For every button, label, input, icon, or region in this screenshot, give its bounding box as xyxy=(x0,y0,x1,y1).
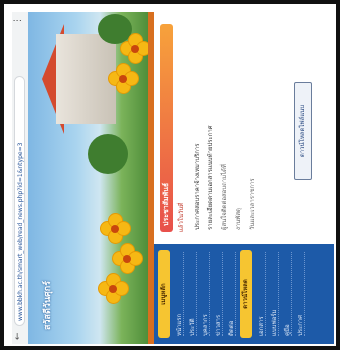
news-text-line: งานพัสดุ xyxy=(235,208,242,230)
menu-dots-icon[interactable]: ⋮ xyxy=(13,16,23,25)
news-content: ประชาสัมพันธ์ แล้วในวันที่ ประกาศสอบราคา… xyxy=(154,16,334,240)
building-image xyxy=(56,34,116,124)
sidebar-item[interactable]: แบบฟอร์ม xyxy=(269,252,279,336)
flower-decoration-icon xyxy=(98,273,129,304)
sidebar-item[interactable]: ประกาศ xyxy=(295,252,305,336)
flower-decoration-icon xyxy=(120,33,151,64)
news-text-line: รายละเอียดตามเอกสารแนบท้ายประกาศ xyxy=(207,125,214,230)
sidebar-item[interactable]: ประวัติ xyxy=(187,252,197,336)
news-text-line: ประกาศสอบราคาจ้างเหมาบริการ xyxy=(194,143,201,230)
sidebar-item[interactable]: ติดต่อ xyxy=(226,252,236,336)
address-bar[interactable]: www.bbkh.ac.th/smart_web/read_news.php?i… xyxy=(14,76,25,326)
news-title-bar: ประชาสัมพันธ์ xyxy=(160,24,173,232)
sidebar-item[interactable]: บุคลากร xyxy=(200,252,210,336)
photo-frame: ← www.bbkh.ac.th/smart_web/read_news.php… xyxy=(0,0,340,350)
flower-decoration-icon xyxy=(100,213,131,244)
news-text-line: ผู้สนใจติดต่อสอบถามได้ที่ xyxy=(221,164,228,230)
banner-greeting: สวัสดีวันศุกร์ xyxy=(43,280,53,330)
browser-toolbar: ← www.bbkh.ac.th/smart_web/read_news.php… xyxy=(12,12,29,344)
sidebar-header-downloads: ดาวน์โหลด xyxy=(240,250,252,338)
sidebar-item[interactable]: ข่าวสาร xyxy=(213,252,223,336)
sidebar-item[interactable]: หน้าแรก xyxy=(174,252,184,336)
sidebar-item[interactable]: คู่มือ xyxy=(282,252,292,336)
back-arrow-icon[interactable]: ← xyxy=(13,332,23,340)
flower-decoration-icon xyxy=(112,243,143,274)
download-attachment-button[interactable]: ดาวน์โหลดไฟล์แนบ xyxy=(294,82,312,180)
tree-image xyxy=(88,134,128,174)
sidebar: เมนูหลัก หน้าแรก ประวัติ บุคลากร ข่าวสาร… xyxy=(154,244,334,344)
news-text-line: วันและเวลาราชการ xyxy=(249,178,256,230)
sidebar-item[interactable]: เอกสาร xyxy=(256,252,266,336)
header-banner: สวัสดีวันศุกร์ xyxy=(28,12,151,344)
news-date: แล้วในวันที่ xyxy=(178,202,185,232)
flower-decoration-icon xyxy=(108,63,139,94)
captured-webpage: ← www.bbkh.ac.th/smart_web/read_news.php… xyxy=(12,12,334,344)
sidebar-header: เมนูหลัก xyxy=(158,250,170,338)
